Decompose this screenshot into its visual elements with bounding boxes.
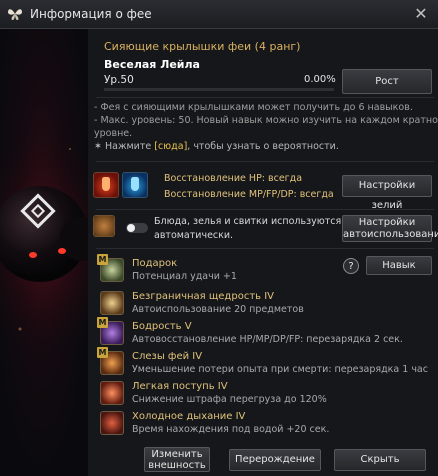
skill-name: Безграничная щедрость IV bbox=[132, 291, 275, 302]
title-bar[interactable]: Информация о фее ✕ bbox=[0, 0, 438, 29]
mastery-badge: M bbox=[97, 317, 108, 328]
skill-description: Время нахождения под водой +20 сек. bbox=[132, 424, 330, 435]
fairy-portrait-art bbox=[0, 134, 93, 354]
note-line-1: - Фея с сияющими крылышками может получи… bbox=[94, 102, 413, 113]
skill-button[interactable]: Навык bbox=[366, 256, 432, 275]
skill-name: Холодное дыхание IV bbox=[132, 411, 246, 422]
rebirth-button[interactable]: Перерождение bbox=[229, 449, 321, 471]
hp-potion-icon[interactable] bbox=[93, 172, 119, 198]
auto-use-settings-button[interactable]: Настройки автоиспользования bbox=[342, 215, 438, 242]
auto-use-toggle[interactable] bbox=[126, 223, 148, 233]
cold-breath-skill-icon[interactable] bbox=[100, 411, 124, 435]
probability-link[interactable]: [сюда] bbox=[154, 141, 187, 152]
fairy-info-window: Информация о фее ✕ Сияющие крылышки феи … bbox=[0, 0, 438, 476]
fairy-name: Веселая Лейла bbox=[104, 58, 200, 71]
auto-use-settings-line-2: автоиспользования bbox=[343, 229, 438, 240]
divider bbox=[96, 97, 434, 98]
skill-name: Бодрость V bbox=[132, 321, 192, 332]
skill-description: Автовосстановление HP/MP/DP/FP: перезаря… bbox=[132, 334, 403, 345]
skill-description: Уменьшение потери опыта при смерти: пере… bbox=[132, 364, 428, 375]
mp-recovery-label: Восстановление MP/FP/DP: всегда bbox=[164, 189, 334, 200]
skill-name: Подарок bbox=[132, 258, 178, 269]
note-line-2: - Макс. уровень: 50. Новый навык можно и… bbox=[94, 115, 438, 126]
mastery-badge: M bbox=[97, 347, 108, 358]
change-look-line-1: Изменить bbox=[151, 449, 203, 460]
auto-use-label-1: Блюда, зелья и свитки используются bbox=[154, 216, 342, 227]
fairy-level: Ур.50 bbox=[104, 74, 134, 86]
hint-suffix: , чтобы узнать о вероятности. bbox=[187, 141, 339, 152]
auto-use-icon bbox=[93, 215, 115, 237]
grow-button[interactable]: Рост bbox=[342, 69, 432, 94]
skill-name: Легкая поступь IV bbox=[132, 381, 228, 392]
help-icon[interactable]: ? bbox=[343, 258, 359, 274]
exp-percent: 0.00% bbox=[304, 74, 336, 85]
auto-use-settings-line-1: Настройки bbox=[358, 217, 416, 228]
hint-prefix: ✶ Нажмите bbox=[94, 141, 155, 152]
hide-button[interactable]: Скрыть bbox=[334, 449, 426, 471]
divider bbox=[96, 248, 434, 249]
exp-bar bbox=[104, 88, 334, 91]
light-step-skill-icon[interactable] bbox=[100, 381, 124, 405]
toggle-knob bbox=[127, 224, 135, 232]
divider bbox=[96, 161, 434, 162]
skill-description: Снижение штрафа перегруза до 120% bbox=[132, 394, 327, 405]
skill-description: Потенциал удачи +1 bbox=[132, 271, 237, 282]
close-icon[interactable]: ✕ bbox=[412, 5, 430, 23]
auto-use-label-2: автоматически. bbox=[154, 230, 234, 241]
change-look-line-2: внешность bbox=[148, 460, 206, 471]
fairy-info-panel: Сияющие крылышки феи (4 ранг) Веселая Ле… bbox=[88, 29, 438, 476]
probability-hint: ✶ Нажмите [сюда], чтобы узнать о вероятн… bbox=[94, 141, 339, 152]
fairy-portrait bbox=[0, 29, 93, 476]
skill-description: Автоиспользование 20 предметов bbox=[132, 304, 304, 315]
change-look-button[interactable]: Изменить внешность bbox=[144, 447, 210, 472]
window-title: Информация о фее bbox=[30, 7, 152, 21]
mastery-badge: M bbox=[97, 254, 108, 265]
generosity-skill-icon[interactable] bbox=[100, 291, 124, 315]
note-line-3: уровне. bbox=[94, 128, 133, 139]
potion-settings-button[interactable]: Настройки зелий bbox=[342, 175, 432, 211]
hp-recovery-label: Восстановление HP: всегда bbox=[164, 173, 303, 184]
fairy-rank-title: Сияющие крылышки феи (4 ранг) bbox=[104, 40, 301, 53]
skill-name: Слезы фей IV bbox=[132, 351, 203, 362]
mp-potion-icon[interactable] bbox=[122, 172, 148, 198]
butterfly-icon bbox=[8, 9, 22, 20]
divider bbox=[96, 209, 434, 210]
